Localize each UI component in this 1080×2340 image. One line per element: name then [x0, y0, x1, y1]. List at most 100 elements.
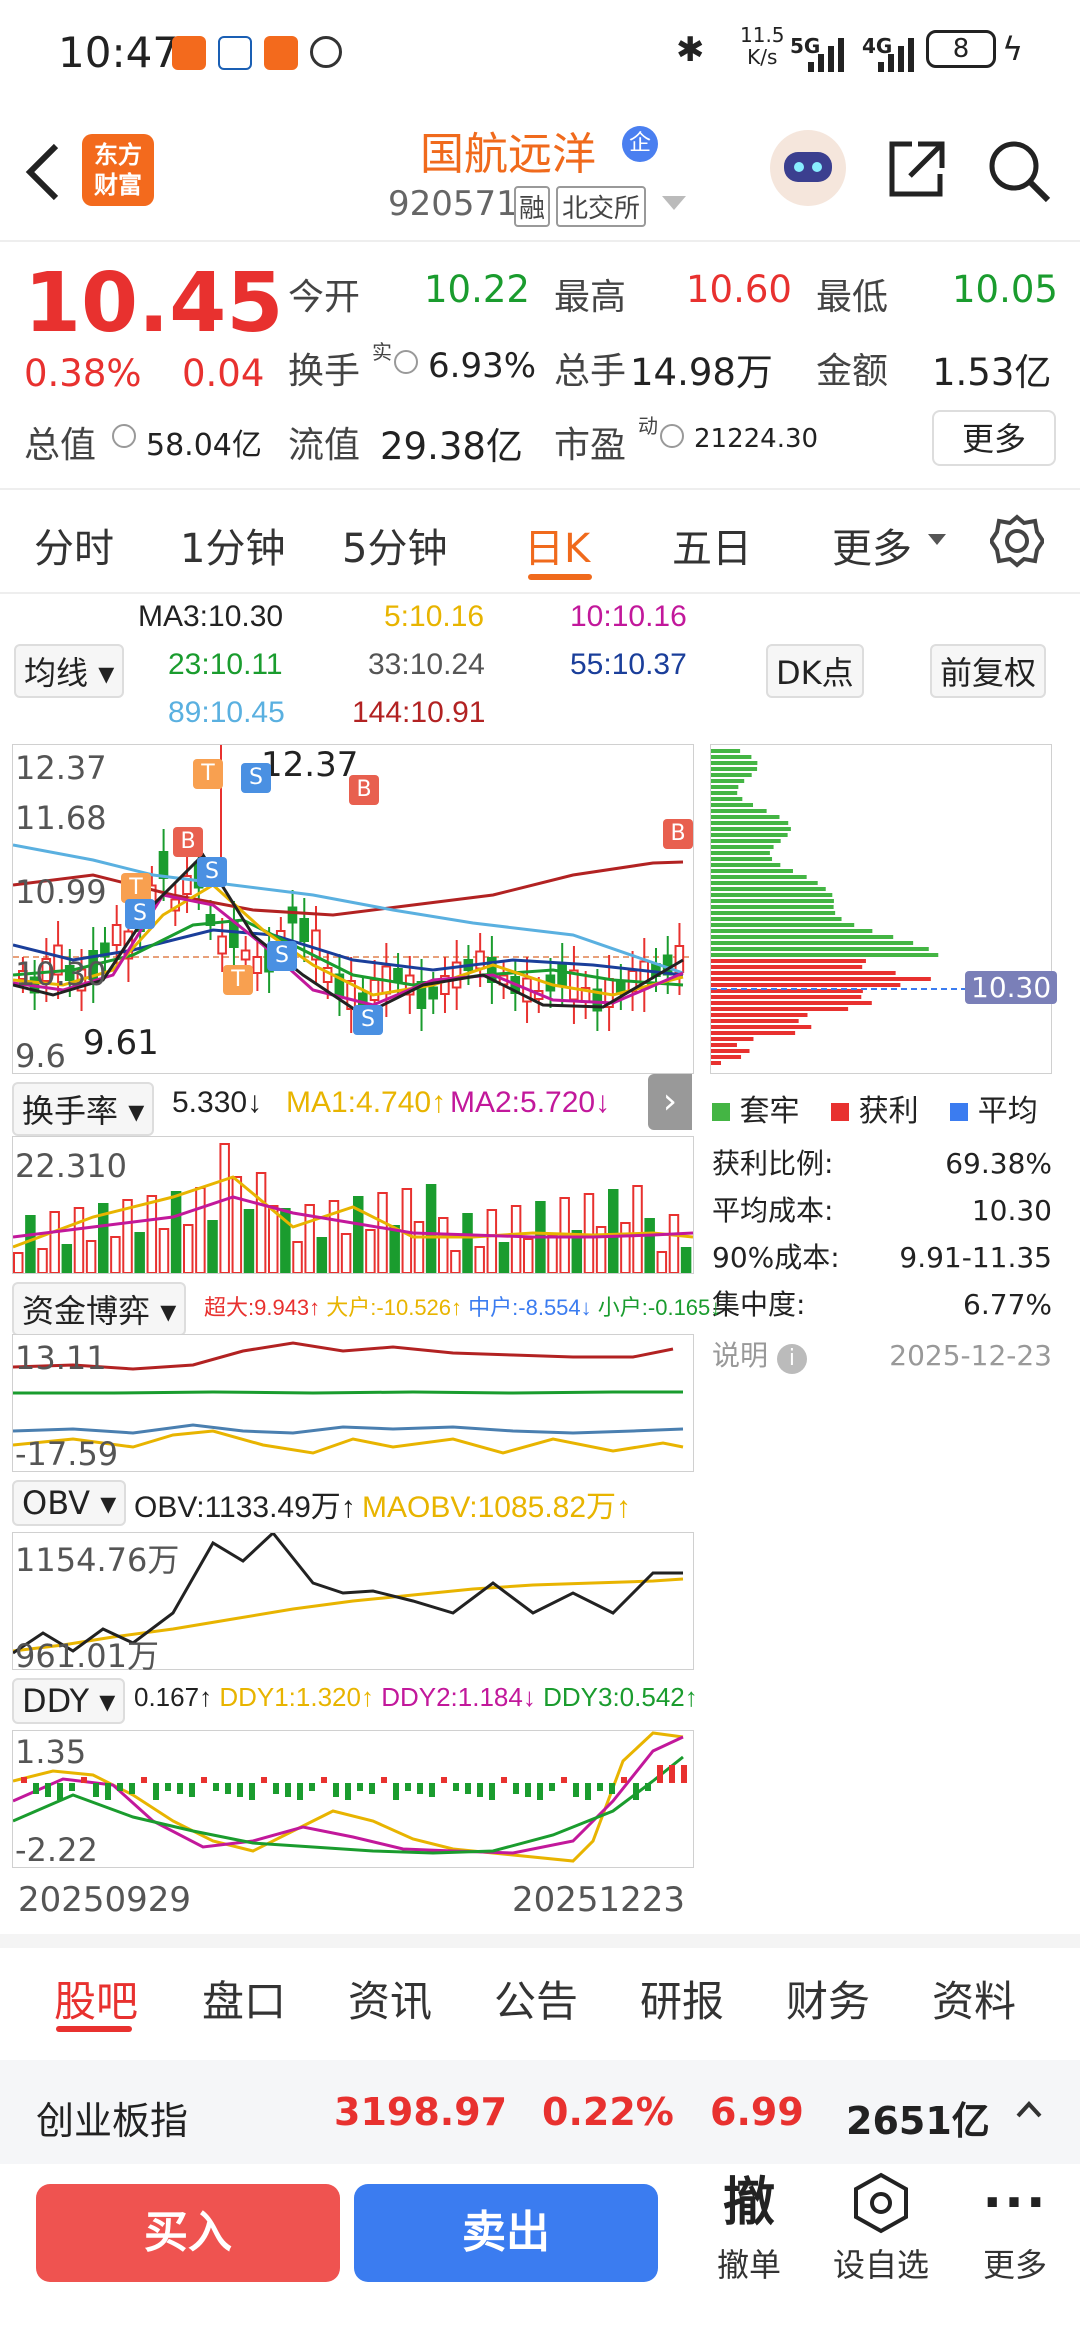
candle-body — [299, 918, 309, 942]
add-watchlist-label: 设自选 — [832, 2246, 929, 2284]
tab-orderbook[interactable]: 盘口 — [202, 1968, 286, 2029]
chip-bars-svg — [711, 749, 1051, 1065]
obv-chart[interactable]: 1154.76万 961.01万 — [12, 1530, 694, 1675]
turnover-bar — [608, 1189, 619, 1274]
ai-assistant-avatar[interactable] — [770, 130, 846, 206]
s-signal-badge: S — [267, 941, 297, 971]
buy-button[interactable]: 买入 — [36, 2184, 340, 2282]
legend-profit: 获利 — [858, 1094, 919, 1129]
ddy-bar — [249, 1783, 255, 1800]
chevron-up-icon[interactable] — [1016, 2100, 1042, 2118]
chip-bar — [711, 977, 931, 981]
kline-chart[interactable]: 12.37 11.68 10.99 10.30 9.6 12.37 9.61 T… — [12, 744, 694, 1075]
adjust-button[interactable]: 前复权 — [930, 644, 1047, 698]
info-dots-icon[interactable] — [112, 424, 136, 448]
chip-bar — [711, 839, 781, 843]
obv-y-bottom: 961.01万 — [15, 1637, 159, 1675]
legend-trapped: 套牢 — [739, 1094, 800, 1129]
turnover-bar — [450, 1250, 461, 1274]
capital-chart[interactable]: 13.11 -17.59 — [12, 1334, 694, 1473]
ddy-bar — [513, 1783, 519, 1794]
ddy-bar — [213, 1783, 219, 1791]
chip-bar — [711, 971, 896, 975]
tab-daily-k[interactable]: 日K — [524, 516, 590, 574]
search-icon[interactable] — [986, 138, 1052, 204]
chip-price-line-label: 10.30 — [965, 971, 1058, 1004]
cost-90-value: 9.91-11.35 — [899, 1241, 1052, 1274]
tab-five-day[interactable]: 五日 — [672, 516, 752, 574]
chip-bar — [711, 1025, 812, 1029]
dk-point-button[interactable]: DK点 — [766, 644, 864, 698]
turnover-bar — [425, 1184, 437, 1274]
chip-bar — [711, 773, 752, 777]
tab-finance[interactable]: 财务 — [786, 1968, 870, 2029]
ddy2-val: DDY2:1.184 — [381, 1682, 523, 1712]
chip-bar — [711, 779, 745, 783]
chip-bar — [711, 1049, 750, 1053]
turnover-bar — [122, 1199, 133, 1274]
chip-bar — [711, 767, 758, 771]
tab-news[interactable]: 资讯 — [348, 1968, 432, 2029]
tab-intraday[interactable]: 分时 — [34, 516, 114, 574]
note-label: 说明 — [712, 1339, 769, 1372]
ddy-bar — [225, 1783, 231, 1794]
ddy-bar — [621, 1777, 627, 1783]
signal-bars-icon — [808, 38, 844, 72]
ddy-bar — [489, 1783, 495, 1800]
ddy-val: 0.167 — [134, 1682, 200, 1712]
turnover-chart[interactable]: 22.310 — [12, 1136, 694, 1274]
chip-bar — [711, 887, 826, 891]
info-dots-icon[interactable] — [660, 424, 684, 448]
tab-5min[interactable]: 5分钟 — [342, 516, 447, 574]
candle-body — [287, 906, 298, 924]
add-watchlist-button[interactable]: 设自选 — [826, 2172, 936, 2286]
turnover-selector[interactable]: 换手率 ▾ — [12, 1082, 155, 1136]
tab-research[interactable]: 研报 — [640, 1968, 724, 2029]
chip-note-row: 说明 i 2025-12-23 — [712, 1332, 1052, 1379]
share-icon[interactable] — [884, 138, 948, 202]
chip-note[interactable]: 说明 i — [712, 1332, 807, 1379]
obv-selector[interactable]: OBV ▾ — [12, 1480, 127, 1526]
ddy-chart[interactable]: 1.35 -2.22 — [12, 1730, 694, 1869]
dropdown-arrow-icon[interactable] — [662, 196, 686, 212]
turnover-bar — [413, 1221, 425, 1274]
expand-panel-button[interactable]: › — [648, 1074, 692, 1130]
sell-button[interactable]: 卖出 — [354, 2184, 658, 2282]
tab-1min[interactable]: 1分钟 — [180, 516, 285, 574]
t-signal-badge: T — [193, 759, 223, 789]
b-signal-badge: B — [173, 827, 203, 857]
info-dots-icon[interactable] — [394, 350, 418, 374]
more-quote-button[interactable]: 更多 — [932, 410, 1056, 466]
float-cap-value: 29.38亿 — [380, 425, 523, 468]
chip-stat-row: 90%成本: 9.91-11.35 — [712, 1234, 1052, 1281]
chip-bar — [711, 851, 770, 855]
amount-label: 金额 — [816, 351, 889, 392]
bluetooth-icon: ✱ — [676, 30, 705, 70]
cancel-order-button[interactable]: 撤 撤单 — [704, 2172, 794, 2286]
tab-forum[interactable]: 股吧 — [54, 1968, 138, 2029]
ddy-bar — [273, 1783, 279, 1794]
more-dots-icon: ··· — [982, 2173, 1048, 2233]
open-label: 今开 — [288, 277, 361, 318]
chip-bar — [711, 899, 834, 903]
ma-selector[interactable]: 均线 ▾ — [14, 644, 125, 698]
capital-big: 大户:-10.526 — [326, 1295, 452, 1320]
back-arrow-icon[interactable] — [22, 142, 62, 202]
tab-announcements[interactable]: 公告 — [494, 1968, 578, 2029]
pe-sup: 动 — [638, 414, 658, 438]
b-signal-badge: B — [663, 819, 693, 849]
tab-profile[interactable]: 资料 — [932, 1968, 1016, 2029]
chip-stats: 获利比例: 69.38% 平均成本: 10.30 90%成本: 9.91-11.35 … — [712, 1140, 1052, 1379]
turnover-bar — [219, 1143, 230, 1274]
info-icon[interactable]: i — [776, 1344, 807, 1374]
chip-bar — [711, 1037, 754, 1041]
index-ticker-bar[interactable]: 创业板指 3198.97 0.22% 6.99 2651亿 — [0, 2060, 1080, 2164]
capital-selector[interactable]: 资金博弈 ▾ — [12, 1282, 187, 1336]
turnover-bar — [365, 1229, 376, 1274]
more-actions-button[interactable]: ··· 更多 — [970, 2172, 1060, 2286]
chip-stat-row: 集中度: 6.77% — [712, 1281, 1052, 1328]
settings-gear-icon[interactable] — [990, 514, 1044, 568]
ddy-selector[interactable]: DDY ▾ — [12, 1678, 126, 1724]
ddy-bar — [609, 1783, 615, 1794]
tab-more[interactable]: 更多 — [832, 516, 912, 574]
